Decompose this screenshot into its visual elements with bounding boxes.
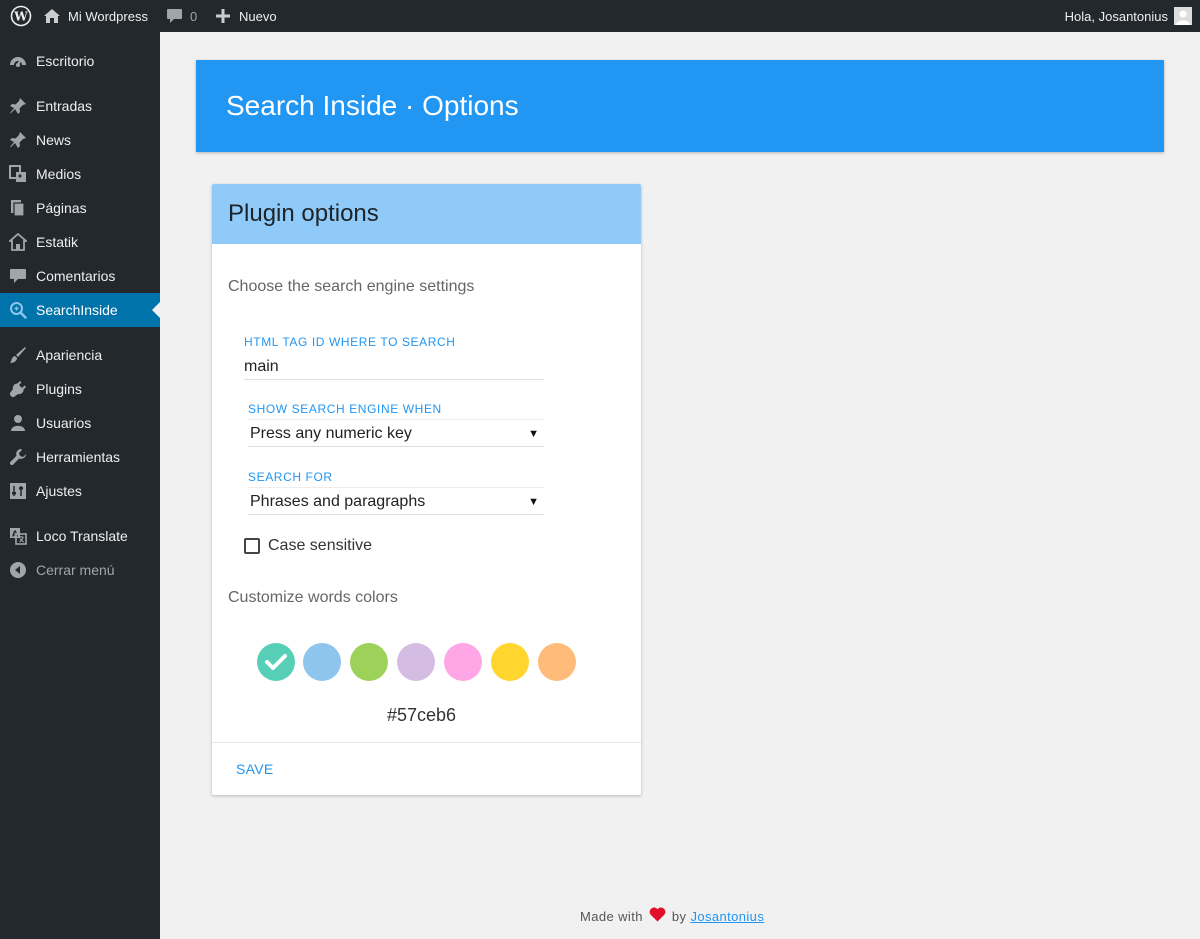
- sidebar-item-label: Entradas: [36, 98, 93, 114]
- page-header: Search Inside · Options: [196, 60, 1164, 152]
- sidebar-item-label: Usuarios: [36, 415, 92, 431]
- colors-label: Customize words colors: [228, 589, 398, 606]
- home-icon: [9, 233, 27, 251]
- sidebar-item-label: Ajustes: [36, 483, 82, 499]
- sidebar-item-label: Apariencia: [36, 347, 103, 363]
- home-icon: [44, 9, 60, 23]
- sidebar-item-entradas[interactable]: Entradas: [0, 89, 160, 123]
- color-swatch-blue[interactable]: [303, 643, 341, 681]
- sidebar-item-estatik[interactable]: Estatik: [0, 225, 160, 259]
- sidebar-collapse-menu[interactable]: Cerrar menú: [0, 553, 160, 587]
- case-sensitive-label[interactable]: Case sensitive: [268, 536, 372, 556]
- comments-link[interactable]: 0: [166, 0, 197, 32]
- greeting: Hola, Josantonius: [1064, 8, 1168, 24]
- sidebar-item-label: Páginas: [36, 200, 87, 216]
- search-icon: [10, 302, 27, 319]
- search-for-select[interactable]: Phrases and paragraphs ▼: [248, 487, 544, 515]
- pages-icon: [11, 200, 25, 217]
- search-for-label: SEARCH FOR: [248, 470, 333, 484]
- heart-icon: [649, 907, 666, 922]
- my-account-link[interactable]: Hola, Josantonius: [1065, 0, 1192, 32]
- sidebar-item-label: Herramientas: [36, 449, 121, 465]
- comment-icon: [167, 9, 182, 23]
- sidebar-item-label: Comentarios: [36, 268, 116, 284]
- footer-credit: Made with by Josantonius: [580, 907, 764, 927]
- sidebar-item-apariencia[interactable]: Apariencia: [0, 338, 160, 372]
- collapse-icon: [10, 562, 26, 578]
- sidebar-item-herramientas[interactable]: Herramientas: [0, 440, 160, 474]
- brush-icon: [10, 347, 26, 363]
- dropdown-arrow-icon: ▼: [528, 496, 539, 508]
- dropdown-arrow-icon: ▼: [528, 428, 539, 440]
- plus-icon: [216, 9, 230, 23]
- pin-icon: [10, 132, 26, 148]
- selected-color-value: #57ceb6: [386, 705, 457, 725]
- wordpress-logo-icon[interactable]: W: [10, 0, 32, 32]
- translate-icon: A: [10, 528, 27, 545]
- sidebar-item-usuarios[interactable]: Usuarios: [0, 406, 160, 440]
- site-name: Mi Wordpress: [68, 8, 148, 24]
- dashboard-icon: [10, 57, 26, 67]
- color-swatch-green[interactable]: [257, 643, 295, 681]
- color-swatch-lime[interactable]: [350, 643, 388, 681]
- tag-id-input[interactable]: [244, 354, 544, 380]
- sidebar-item-escritorio[interactable]: Escritorio: [0, 44, 160, 78]
- sidebar-item-label: Cerrar menú: [36, 562, 115, 578]
- page-title: Search Inside · Options: [226, 90, 519, 121]
- color-swatch-lavender[interactable]: [397, 643, 435, 681]
- svg-text:W: W: [13, 10, 28, 24]
- sidebar-item-medios[interactable]: Medios: [0, 157, 160, 191]
- color-swatch-pink[interactable]: [444, 643, 482, 681]
- sidebar-item-ajustes[interactable]: Ajustes: [0, 474, 160, 508]
- admin-sidebar: Escritorio Entradas News Medios Páginas: [0, 32, 160, 939]
- footer-made-with: Made with: [580, 909, 643, 924]
- show-when-label: SHOW SEARCH ENGINE WHEN: [248, 402, 442, 416]
- color-swatch-orange[interactable]: [538, 643, 576, 681]
- site-name-link[interactable]: Mi Wordpress: [43, 0, 148, 32]
- show-when-value: Press any numeric key: [250, 425, 412, 442]
- card-divider: [212, 742, 641, 743]
- save-button[interactable]: SAVE: [228, 758, 282, 780]
- sidebar-item-label: Escritorio: [36, 53, 95, 69]
- new-label: Nuevo: [239, 8, 277, 24]
- sidebar-item-label: Loco Translate: [36, 528, 128, 544]
- sidebar-item-label: Plugins: [36, 381, 82, 397]
- tag-id-label: HTML TAG ID WHERE TO SEARCH: [244, 335, 456, 349]
- pin-icon: [10, 98, 26, 114]
- footer-by: by: [671, 909, 687, 924]
- sidebar-item-label: SearchInside: [36, 302, 118, 318]
- comments-count: 0: [190, 8, 198, 24]
- sidebar-item-paginas[interactable]: Páginas: [0, 191, 160, 225]
- user-icon: [11, 415, 25, 431]
- search-for-value: Phrases and paragraphs: [250, 493, 426, 510]
- media-icon: [9, 165, 26, 182]
- settings-icon: [10, 483, 26, 499]
- new-content-link[interactable]: Nuevo: [216, 0, 277, 32]
- sidebar-item-comentarios[interactable]: Comentarios: [0, 259, 160, 293]
- card-subtitle: Choose the search engine settings: [228, 278, 475, 295]
- sidebar-item-label: News: [36, 132, 72, 148]
- show-when-select[interactable]: Press any numeric key ▼: [248, 419, 544, 447]
- plugin-options-card: Plugin options Choose the search engine …: [212, 184, 641, 795]
- avatar: [1174, 7, 1192, 25]
- card-title: Plugin options: [228, 200, 379, 227]
- admin-bar: W Mi Wordpress 0 Nuevo Hola, Josantonius: [0, 0, 1200, 32]
- case-sensitive-checkbox[interactable]: [244, 538, 260, 554]
- author-link[interactable]: Josantonius: [690, 909, 764, 924]
- comment-icon: [10, 269, 26, 283]
- sidebar-item-plugins[interactable]: Plugins: [0, 372, 160, 406]
- color-swatch-yellow[interactable]: [491, 643, 529, 681]
- checkmark-icon: [265, 654, 287, 670]
- plugin-icon: [10, 381, 26, 397]
- sidebar-item-searchinside[interactable]: SearchInside: [0, 293, 160, 327]
- wrench-icon: [9, 449, 27, 466]
- card-header: Plugin options: [212, 184, 641, 244]
- sidebar-item-label: Medios: [36, 166, 82, 182]
- sidebar-item-label: Estatik: [36, 234, 79, 250]
- sidebar-item-loco-translate[interactable]: A Loco Translate: [0, 519, 160, 553]
- sidebar-item-news[interactable]: News: [0, 123, 160, 157]
